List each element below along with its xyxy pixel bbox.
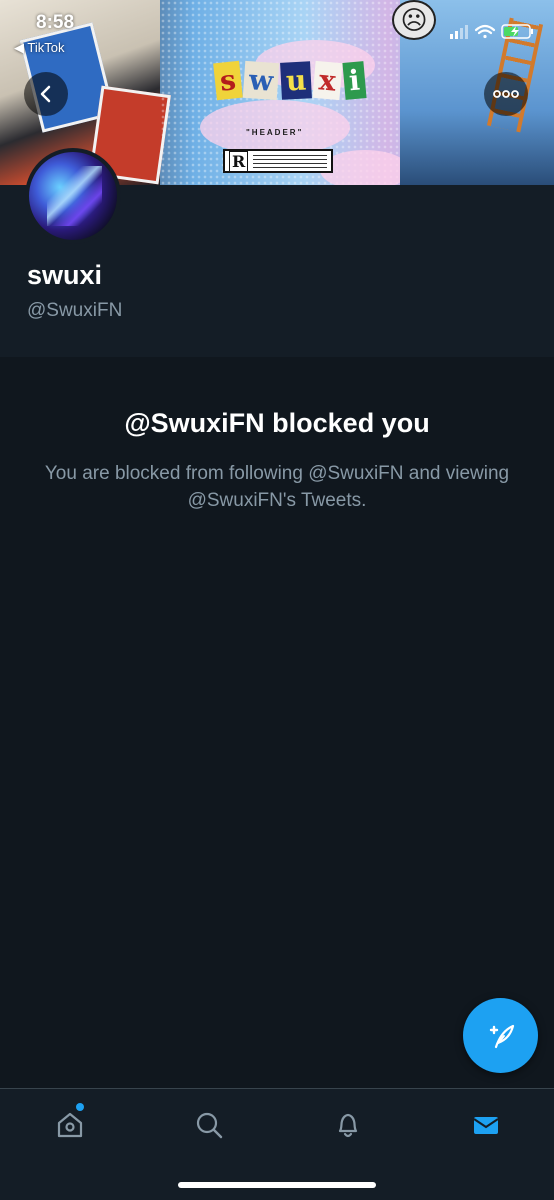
sad-face-icon: ☹: [392, 0, 436, 40]
compose-tweet-button[interactable]: [463, 998, 538, 1073]
tab-notifications[interactable]: [328, 1105, 368, 1145]
logo-letter: s: [213, 60, 243, 101]
blocked-title: @SwuxiFN blocked you: [124, 408, 430, 438]
profile-display-name: swuxi: [27, 260, 103, 290]
compose-feather-icon: [489, 1024, 514, 1048]
blocked-description: You are blocked from following @SwuxiFN …: [44, 463, 510, 511]
mail-icon: [473, 1117, 499, 1134]
banner-logo-word: s w u x i: [213, 60, 367, 101]
chevron-left-icon: [40, 85, 51, 103]
logo-letter: x: [312, 60, 343, 101]
more-options-button[interactable]: [484, 72, 528, 116]
search-icon: [196, 1112, 223, 1139]
battery-icon: [501, 24, 533, 39]
tab-messages[interactable]: [466, 1105, 506, 1145]
rating-fine-print: [253, 154, 327, 168]
banner-caption: "HEADER": [246, 128, 304, 137]
avatar[interactable]: [25, 148, 121, 244]
logo-letter: u: [279, 61, 313, 100]
tab-home[interactable]: [50, 1105, 90, 1145]
logo-letter: w: [242, 60, 280, 101]
home-icon: [57, 1112, 83, 1138]
rating-letter: R: [229, 150, 249, 172]
back-button[interactable]: [24, 72, 68, 116]
banner-cloud: [320, 150, 410, 185]
more-icon: [493, 90, 519, 98]
status-time: 8:58: [36, 12, 75, 33]
tab-search[interactable]: [189, 1105, 229, 1145]
signal-icon: [450, 25, 468, 39]
status-indicators: [450, 20, 540, 42]
new-content-dot: [76, 1103, 84, 1111]
bell-icon: [338, 1113, 358, 1138]
profile-handle: @SwuxiFN: [27, 300, 123, 321]
rating-label: R: [223, 149, 333, 173]
home-indicator[interactable]: [178, 1182, 376, 1188]
back-to-app-link[interactable]: ◀ TikTok: [14, 40, 64, 56]
wifi-icon: [474, 24, 496, 39]
logo-letter: i: [342, 61, 367, 100]
